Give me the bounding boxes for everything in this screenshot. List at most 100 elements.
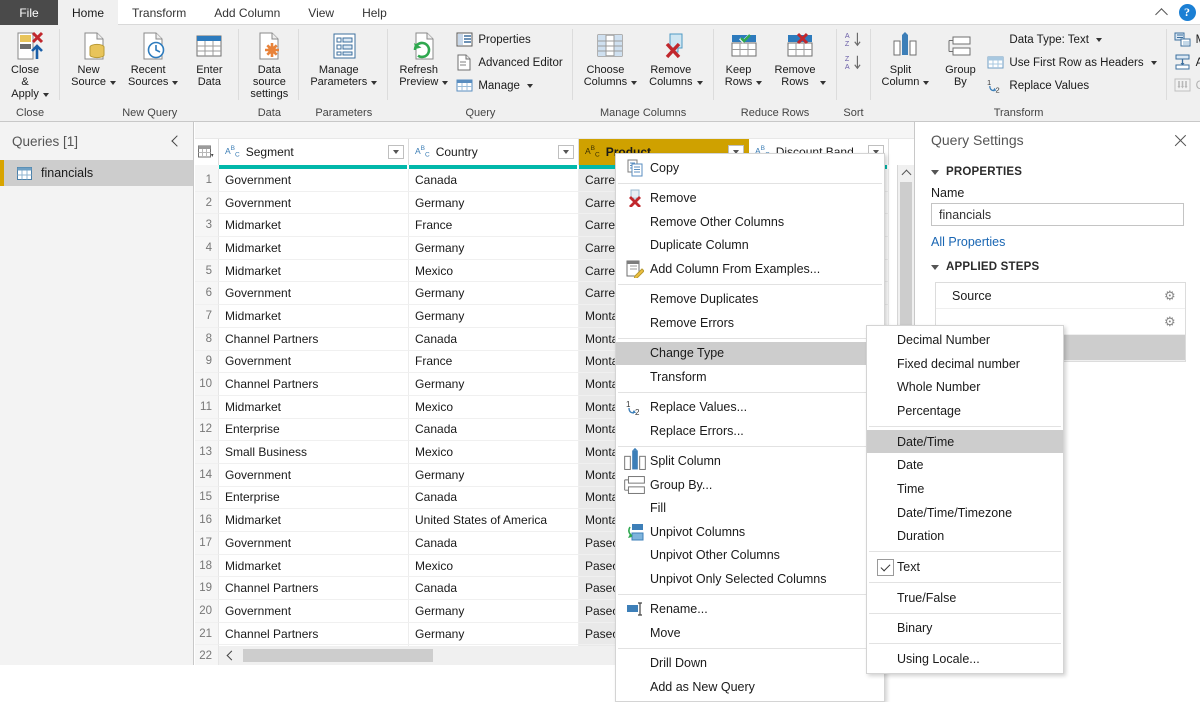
table-cell[interactable]: Channel Partners [219, 373, 409, 396]
menu-item-transform[interactable]: Transform [616, 365, 884, 389]
column-header-segment[interactable]: ABC Segment [219, 139, 409, 165]
table-cell[interactable]: Channel Partners [219, 577, 409, 601]
type-option-fixed-decimal-number[interactable]: Fixed decimal number [867, 352, 1063, 376]
chevron-up-icon[interactable] [1148, 0, 1174, 25]
table-cell[interactable]: Midmarket [219, 554, 409, 578]
table-cell[interactable]: United States of America [409, 509, 579, 532]
type-option-text[interactable]: Text [867, 555, 1063, 579]
remove-columns-button[interactable]: Remove Columns [643, 28, 708, 90]
dropdown-caret-icon[interactable] [442, 81, 449, 85]
column-filter-dropdown-icon[interactable] [388, 145, 404, 159]
group-by-button[interactable]: Group By [935, 28, 985, 90]
replace-values-button[interactable]: 1 2 Replace Values [985, 75, 1161, 96]
split-column-button[interactable]: Split Column [876, 28, 936, 90]
all-properties-link[interactable]: All Properties [931, 235, 1005, 249]
ribbon-tab-help[interactable]: Help [348, 0, 401, 25]
menu-item-move[interactable]: Move [616, 621, 884, 645]
table-cell[interactable]: Mexico [409, 259, 579, 283]
table-cell[interactable]: Canada [409, 418, 579, 442]
menu-item-remove-other-columns[interactable]: Remove Other Columns [616, 210, 884, 234]
table-cell[interactable]: Government [219, 169, 409, 192]
table-cell[interactable]: Small Business [219, 441, 409, 464]
help-question-icon[interactable]: ? [1174, 0, 1200, 25]
column-filter-dropdown-icon[interactable] [558, 145, 574, 159]
menu-item-change-type[interactable]: Change Type [616, 341, 884, 365]
table-cell[interactable]: Government [219, 282, 409, 306]
table-cell[interactable]: Germany [409, 622, 579, 646]
table-cell[interactable]: Canada [409, 327, 579, 351]
table-cell[interactable]: Germany [409, 282, 579, 306]
sort-az-icon[interactable]: A Z [842, 29, 866, 50]
type-option-date-time-timezone[interactable]: Date/Time/Timezone [867, 501, 1063, 525]
sort-za-icon[interactable]: Z A [842, 52, 866, 73]
dropdown-caret-icon[interactable] [819, 81, 826, 85]
keep-rows-button[interactable]: Keep Rows [719, 28, 769, 90]
menu-item-replace-values[interactable]: 1 2 Replace Values... [616, 396, 884, 420]
table-cell[interactable]: Germany [409, 373, 579, 396]
query-name-input[interactable]: financials [931, 203, 1184, 226]
table-cell[interactable]: Midmarket [219, 305, 409, 328]
table-cell[interactable]: Channel Partners [219, 622, 409, 646]
column-header-country[interactable]: ABC Country [409, 139, 579, 165]
remove-rows-button[interactable]: Remove Rows [769, 28, 832, 90]
data-type-text-button[interactable]: Data Type: Text [985, 29, 1161, 50]
applied-step-item[interactable]: Source ⚙ [936, 283, 1185, 309]
dropdown-caret-icon[interactable] [109, 81, 116, 85]
scroll-left-icon[interactable] [219, 650, 243, 661]
dropdown-caret-icon[interactable] [43, 93, 50, 97]
merge-queries-button[interactable]: Merge Queries [1172, 29, 1200, 50]
table-cell[interactable]: Enterprise [219, 486, 409, 510]
dropdown-caret-icon[interactable] [696, 81, 703, 85]
ribbon-tab-add-column[interactable]: Add Column [200, 0, 294, 25]
choose-columns-button[interactable]: Choose Columns [578, 28, 643, 90]
type-option-duration[interactable]: Duration [867, 525, 1063, 549]
applied-steps-section-header[interactable]: APPLIED STEPS [915, 253, 1200, 279]
dropdown-caret-icon[interactable] [526, 83, 533, 88]
table-cell[interactable]: Government [219, 463, 409, 487]
append-queries-button[interactable]: Append Queries [1172, 52, 1200, 73]
use-first-row-as-headers-button[interactable]: Use First Row as Headers [985, 52, 1161, 73]
table-cell[interactable]: Government [219, 532, 409, 555]
menu-item-remove[interactable]: Remove [616, 187, 884, 211]
menu-item-replace-errors[interactable]: Replace Errors... [616, 419, 884, 443]
table-cell[interactable]: Canada [409, 532, 579, 555]
ribbon-tab-file[interactable]: File [0, 0, 58, 25]
menu-item-rename[interactable]: Rename... [616, 598, 884, 622]
dropdown-caret-icon[interactable] [172, 81, 179, 85]
table-cell[interactable]: Midmarket [219, 259, 409, 283]
menu-item-drill-down[interactable]: Drill Down [616, 652, 884, 676]
gear-icon[interactable]: ⚙ [1164, 315, 1177, 328]
manage-parameters-button[interactable]: Manage Parameters [304, 28, 383, 90]
table-cell[interactable]: Midmarket [219, 509, 409, 532]
scroll-up-icon[interactable] [898, 165, 914, 182]
menu-item-duplicate-column[interactable]: Duplicate Column [616, 234, 884, 258]
horizontal-scroll-thumb[interactable] [243, 649, 433, 662]
menu-item-fill[interactable]: Fill [616, 497, 884, 521]
table-cell[interactable]: France [409, 214, 579, 238]
manage-button[interactable]: Manage [454, 75, 567, 96]
table-cell[interactable]: Channel Partners [219, 327, 409, 351]
menu-item-unpivot-columns[interactable]: Unpivot Columns [616, 520, 884, 544]
recent-sources-button[interactable]: Recent Sources [122, 28, 184, 90]
type-option-percentage[interactable]: Percentage [867, 399, 1063, 423]
menu-item-group-by[interactable]: Group By... [616, 473, 884, 497]
table-cell[interactable]: Midmarket [219, 237, 409, 260]
table-cell[interactable]: Germany [409, 600, 579, 623]
refresh-preview-button[interactable]: Refresh Preview [393, 28, 454, 90]
ribbon-tab-home[interactable]: Home [58, 0, 119, 25]
menu-item-add-as-new-query[interactable]: Add as New Query [616, 675, 884, 699]
type-option-decimal-number[interactable]: Decimal Number [867, 328, 1063, 352]
table-cell[interactable]: Canada [409, 577, 579, 601]
table-cell[interactable]: Mexico [409, 395, 579, 419]
table-cell[interactable]: Germany [409, 305, 579, 328]
properties-section-header[interactable]: PROPERTIES [915, 158, 1200, 184]
type-option-binary[interactable]: Binary [867, 617, 1063, 641]
close-icon[interactable] [1173, 133, 1188, 148]
table-cell[interactable]: Germany [409, 237, 579, 260]
type-option-true-false[interactable]: True/False [867, 586, 1063, 610]
table-cell[interactable]: Canada [409, 169, 579, 192]
table-cell[interactable]: Canada [409, 486, 579, 510]
type-option-whole-number[interactable]: Whole Number [867, 375, 1063, 399]
table-cell[interactable]: Government [219, 191, 409, 215]
table-cell[interactable]: Government [219, 600, 409, 623]
